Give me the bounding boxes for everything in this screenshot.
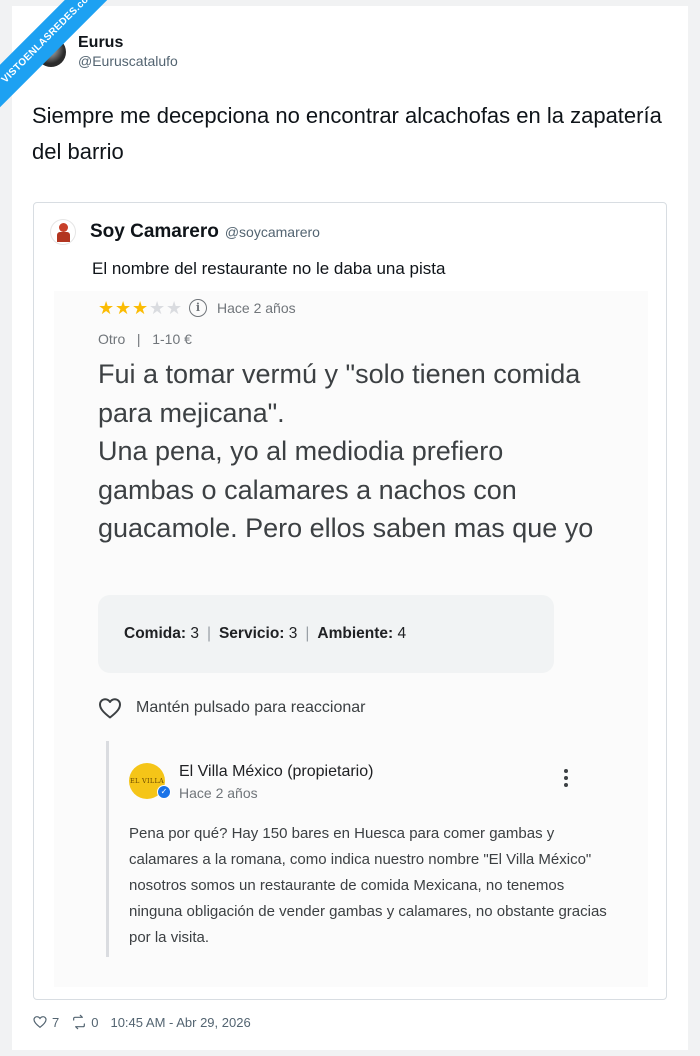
quoted-text: El nombre del restaurante no le daba una… [92, 259, 446, 278]
retweet-icon[interactable] [71, 1014, 87, 1030]
react-label[interactable]: Mantén pulsado para reaccionar [136, 699, 365, 717]
review-body: Fui a tomar vermú y "solo tienen comida … [98, 359, 594, 543]
owner-reply-text: Pena por qué? Hay 150 bares en Huesca pa… [129, 825, 607, 946]
owner-name[interactable]: El Villa México (propietario) [179, 763, 373, 781]
score-service-value: 3 [288, 625, 298, 642]
owner-reply: EL VILLA ✓ El Villa México (propietario)… [106, 741, 626, 957]
score-separator: | [206, 625, 211, 642]
info-icon[interactable]: i [189, 299, 207, 317]
review-meta: Otro | 1-10 € [98, 331, 192, 347]
meta-separator: | [129, 331, 149, 347]
watermark-text: VISTOENLASREDES.com [0, 0, 110, 108]
more-options-icon[interactable] [561, 769, 571, 791]
review-category: Otro [98, 331, 126, 347]
retweet-count: 0 [91, 1014, 99, 1030]
review-time: Hace 2 años [217, 300, 296, 316]
tweet-footer: 7 0 10:45 AM - Abr 29, 2026 [32, 1014, 251, 1030]
review-price: 1-10 € [152, 331, 192, 347]
star-icon: ★ [115, 298, 132, 318]
quoted-author-handle[interactable]: @soycamarero [225, 224, 320, 240]
tweet-card: Eurus @Euruscatalufo Siempre me decepcio… [12, 6, 688, 1050]
score-ambience-value: 4 [397, 625, 407, 642]
score-food-value: 3 [190, 625, 199, 642]
tweet-text: Siempre me decepciona no encontrar alcac… [32, 103, 662, 164]
star-icon: ★ [98, 298, 115, 318]
review-screenshot: ★ ★ ★ ★ ★ i Hace 2 años Otro | 1-10 € Fu… [54, 291, 648, 987]
review-rating: ★ ★ ★ ★ ★ i Hace 2 años [98, 299, 296, 317]
heart-icon[interactable] [98, 697, 122, 719]
review-scores: Comida: 3 | Servicio: 3 | Ambiente: 4 [98, 595, 554, 673]
score-separator: | [305, 625, 310, 642]
star-icon: ★ [166, 298, 183, 318]
like-count: 7 [52, 1014, 60, 1030]
owner-reply-time: Hace 2 años [179, 785, 258, 801]
watermark-badge: VISTOENLASREDES.com [0, 0, 110, 110]
like-icon[interactable] [32, 1014, 48, 1030]
score-ambience-label: Ambiente: [317, 625, 394, 642]
quoted-author-name[interactable]: Soy Camarero [90, 221, 219, 243]
verified-icon: ✓ [157, 785, 171, 799]
star-icon: ★ [132, 298, 149, 318]
react-button[interactable]: Mantén pulsado para reaccionar [98, 697, 365, 719]
tweet-timestamp[interactable]: 10:45 AM - Abr 29, 2026 [110, 1015, 250, 1030]
quoted-avatar[interactable] [50, 219, 76, 245]
quoted-author[interactable]: Soy Camarero @soycamarero [50, 219, 320, 245]
score-service-label: Servicio: [218, 625, 285, 642]
star-icon: ★ [149, 298, 166, 318]
score-food-label: Comida: [124, 625, 186, 642]
quoted-tweet[interactable]: Soy Camarero @soycamarero El nombre del … [33, 202, 667, 1000]
